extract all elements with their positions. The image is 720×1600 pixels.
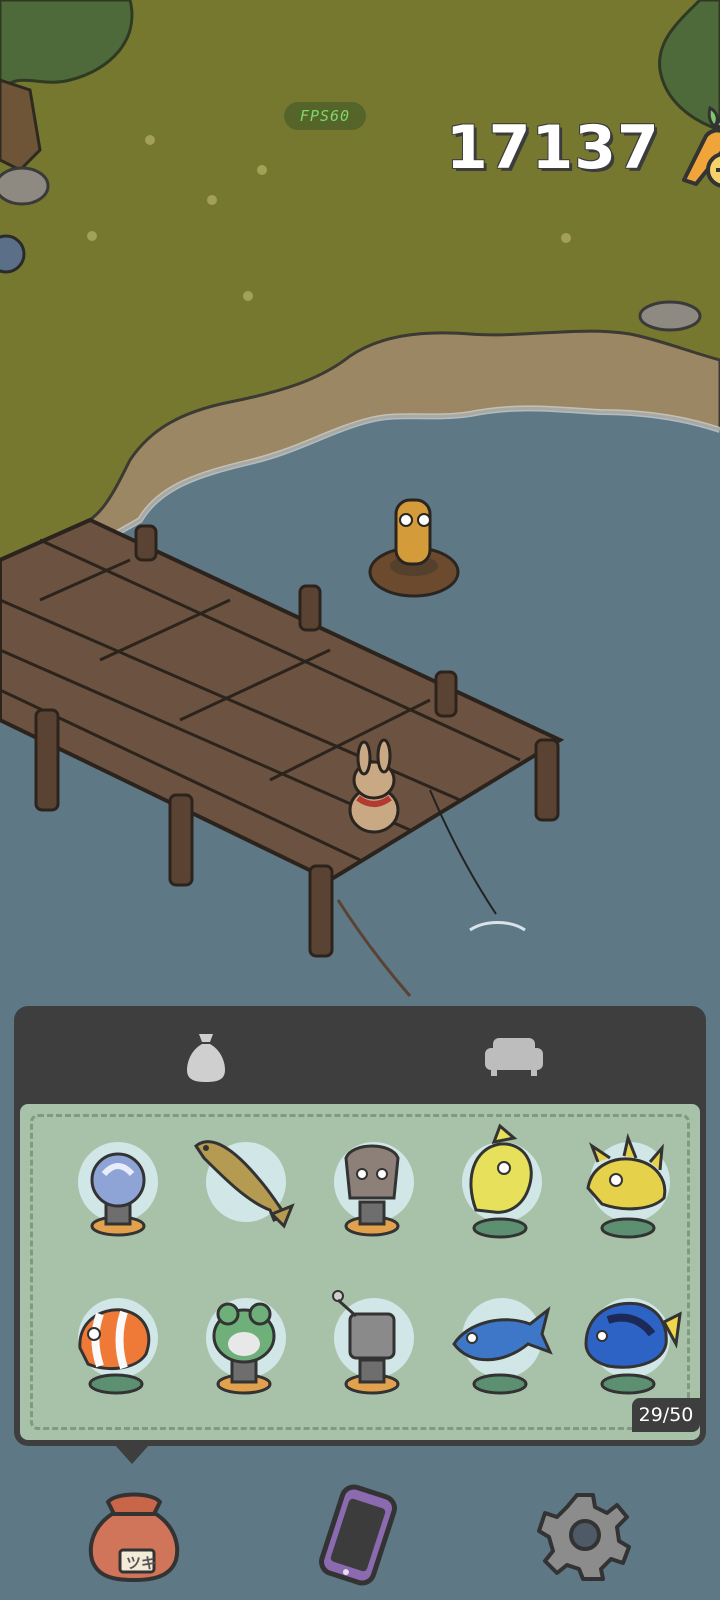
inventory-tabs — [14, 1006, 706, 1102]
bag-icon — [88, 1492, 180, 1582]
grass-field — [0, 0, 720, 560]
bag-button[interactable]: ツキ — [80, 1480, 190, 1590]
tab-bag[interactable] — [146, 1016, 266, 1096]
inventory-item[interactable] — [188, 1274, 300, 1404]
fossil-trophy-icon — [344, 1144, 400, 1237]
sofa-icon — [485, 1038, 543, 1076]
sack-icon — [187, 1034, 225, 1082]
rock — [638, 300, 702, 332]
clownfish-statue-icon — [78, 1308, 151, 1395]
blue-tuna-statue-icon — [452, 1306, 553, 1395]
carrot-plus-icon[interactable] — [670, 105, 720, 190]
inventory-capacity: 29/50 — [632, 1398, 700, 1432]
gear-icon — [537, 1493, 631, 1581]
inventory-item[interactable] — [188, 1118, 300, 1248]
inventory-item[interactable] — [316, 1118, 428, 1248]
fps-counter: FPS60 — [284, 102, 366, 130]
carrot-count: 17137 — [446, 113, 660, 183]
inventory-item[interactable] — [444, 1274, 556, 1404]
inventory-item[interactable] — [60, 1118, 172, 1248]
bag-label: ツキ — [126, 1554, 157, 1572]
junk-trophy-icon — [332, 1290, 400, 1395]
blue-tang-statue-icon — [584, 1301, 682, 1395]
yellow-fish-statue-icon — [469, 1123, 533, 1239]
inventory-item[interactable] — [572, 1274, 684, 1404]
inventory-item[interactable] — [316, 1274, 428, 1404]
yellow-spiky-fish-statue-icon — [586, 1132, 667, 1239]
carrot-currency: 17137 — [446, 105, 720, 190]
phone-icon — [319, 1484, 397, 1586]
giraffe-character — [368, 498, 460, 598]
inventory-grid: 29/50 — [20, 1104, 700, 1440]
blue-orb-trophy-icon — [90, 1152, 146, 1237]
phone-button[interactable] — [303, 1480, 413, 1590]
wooden-dock — [0, 517, 565, 958]
inventory-item[interactable] — [572, 1118, 684, 1248]
brown-fish-icon — [194, 1140, 295, 1229]
tab-furniture[interactable] — [454, 1016, 574, 1096]
panel-pointer — [114, 1444, 150, 1464]
settings-button[interactable] — [530, 1480, 640, 1590]
inventory-item[interactable] — [444, 1118, 556, 1248]
frog-trophy-icon — [212, 1302, 276, 1395]
inventory-panel: 29/50 — [14, 1006, 706, 1446]
inventory-item[interactable] — [60, 1274, 172, 1404]
